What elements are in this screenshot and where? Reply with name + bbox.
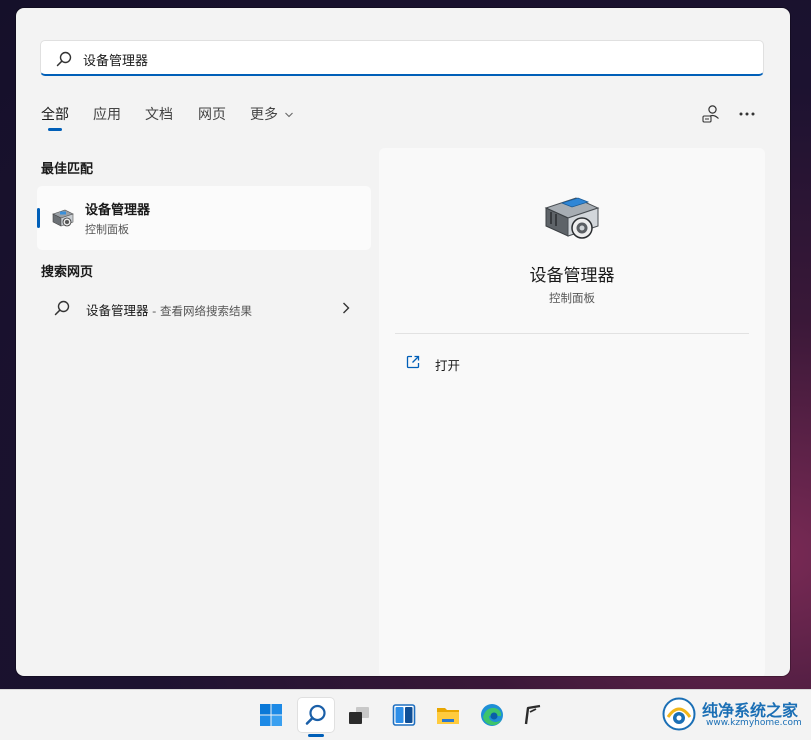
tab-more[interactable]: 更多	[250, 104, 294, 124]
site-watermark: 纯净系统之家 www.kzmyhome.com	[652, 694, 811, 734]
widgets-button[interactable]	[386, 698, 422, 732]
search-icon	[56, 51, 72, 67]
search-icon	[305, 704, 326, 725]
task-view-button[interactable]	[341, 698, 377, 732]
tab-web[interactable]: 网页	[198, 104, 226, 124]
web-search-query: 设备管理器	[86, 303, 149, 318]
start-button[interactable]	[253, 698, 289, 732]
web-search-text: 设备管理器 - 查看网络搜索结果	[86, 300, 252, 319]
detail-subtitle: 控制面板	[549, 291, 595, 305]
widgets-icon	[392, 704, 416, 726]
open-action[interactable]: 打开	[405, 352, 525, 374]
detail-pane: 设备管理器 控制面板 打开	[379, 148, 765, 676]
selection-indicator	[37, 208, 40, 228]
chevron-down-icon	[285, 112, 294, 118]
file-explorer-icon	[437, 708, 459, 724]
start-search-panel: 全部 应用 文档 网页 更多 最佳匹配 设备管理器	[16, 8, 790, 676]
watermark-logo	[662, 697, 696, 731]
open-external-icon	[406, 355, 420, 369]
active-app-indicator	[308, 734, 324, 737]
edge-button[interactable]	[474, 698, 510, 732]
tab-documents[interactable]: 文档	[145, 104, 173, 124]
file-explorer-button[interactable]	[430, 698, 466, 732]
detail-divider	[395, 333, 749, 334]
web-search-heading: 搜索网页	[41, 265, 94, 280]
search-input[interactable]	[81, 47, 745, 71]
edge-icon	[481, 704, 503, 726]
start-icon	[260, 704, 282, 726]
best-match-result[interactable]: 设备管理器 控制面板	[37, 186, 371, 250]
result-category: 控制面板	[85, 223, 129, 236]
pinned-app-button[interactable]	[515, 698, 551, 732]
search-icon	[54, 300, 70, 316]
best-match-heading: 最佳匹配	[41, 162, 94, 177]
active-tab-indicator	[48, 128, 62, 131]
taskbar-search-button[interactable]	[298, 698, 334, 732]
tab-more-label: 更多	[250, 107, 278, 123]
task-view-icon	[349, 707, 369, 724]
device-manager-icon	[544, 197, 600, 239]
more-options-icon[interactable]	[736, 103, 758, 125]
web-search-suffix: - 查看网络搜索结果	[148, 304, 252, 318]
chevron-right-icon[interactable]	[339, 300, 353, 316]
detail-title: 设备管理器	[529, 266, 615, 286]
watermark-url: www.kzmyhome.com	[706, 718, 802, 728]
open-action-label: 打开	[435, 358, 461, 373]
result-name: 设备管理器	[85, 203, 151, 218]
tab-apps[interactable]: 应用	[93, 104, 121, 124]
app-icon	[524, 704, 541, 725]
search-box[interactable]	[40, 40, 764, 76]
device-manager-icon	[52, 209, 74, 227]
account-icon[interactable]	[700, 103, 722, 125]
web-search-result[interactable]: 设备管理器 - 查看网络搜索结果	[37, 288, 371, 328]
tab-all[interactable]: 全部	[41, 104, 69, 124]
